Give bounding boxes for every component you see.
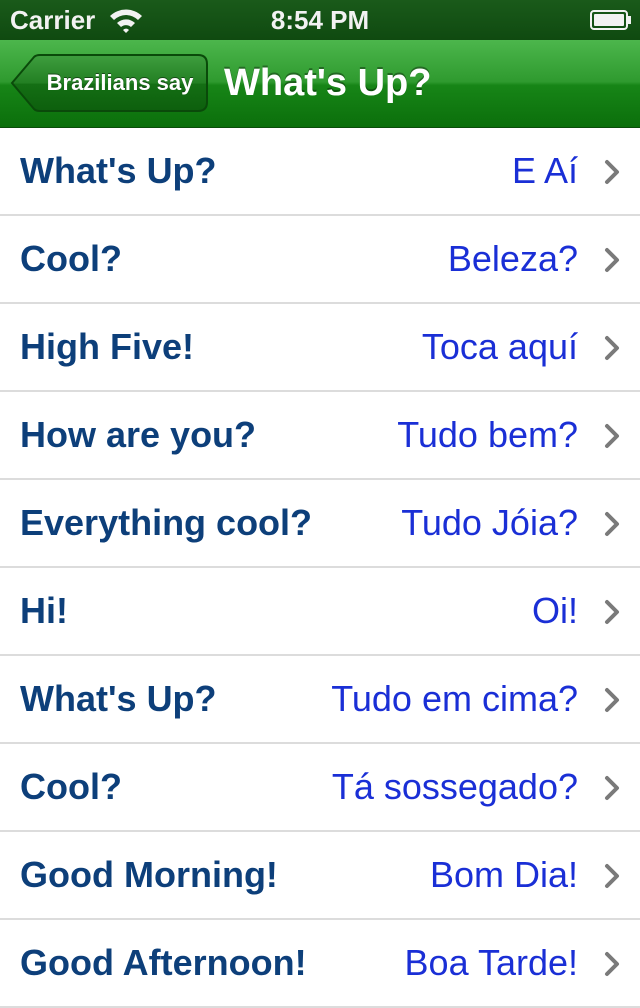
phrase-english: Good Afternoon! bbox=[20, 942, 307, 983]
list-item[interactable]: What's Up? Tudo em cima? bbox=[0, 656, 640, 744]
phrase-english: High Five! bbox=[20, 326, 195, 367]
phrase-english: Cool? bbox=[20, 238, 122, 279]
chevron-right-icon bbox=[605, 512, 619, 536]
chevron-right-icon bbox=[605, 952, 619, 976]
back-button-label: Brazilians say bbox=[46, 70, 194, 95]
list-item[interactable]: Cool? Beleza? bbox=[0, 216, 640, 304]
phrase-english: Everything cool? bbox=[20, 502, 313, 543]
list-item[interactable]: How are you? Tudo bem? bbox=[0, 392, 640, 480]
list-item[interactable]: Good Morning! Bom Dia! bbox=[0, 832, 640, 920]
phrase-english: Hi! bbox=[20, 590, 68, 631]
phrase-portuguese: Tudo bem? bbox=[397, 414, 578, 455]
page-title: What's Up? bbox=[224, 62, 432, 104]
phrase-portuguese: Oi! bbox=[531, 590, 578, 631]
chevron-right-icon bbox=[605, 600, 619, 624]
navigation-bar: Brazilians say What's Up? bbox=[0, 40, 640, 128]
chevron-right-icon bbox=[605, 776, 619, 800]
phrase-portuguese: Beleza? bbox=[447, 238, 578, 279]
chevron-right-icon bbox=[605, 248, 619, 272]
back-button[interactable]: Brazilians say bbox=[10, 54, 208, 112]
list-item[interactable]: Hi! Oi! bbox=[0, 568, 640, 656]
phrase-portuguese: Tudo em cima? bbox=[331, 678, 578, 719]
list-item[interactable]: Cool? Tá sossegado? bbox=[0, 744, 640, 832]
phrase-english: What's Up? bbox=[20, 678, 217, 719]
chevron-right-icon bbox=[605, 336, 619, 360]
phrase-english: How are you? bbox=[20, 414, 257, 455]
list-item[interactable]: High Five! Toca aquí bbox=[0, 304, 640, 392]
phrase-list: What's Up? E Aí Cool? Beleza? High Five! Toca… bbox=[0, 128, 640, 1008]
chevron-right-icon bbox=[605, 424, 619, 448]
chevron-right-icon bbox=[605, 160, 619, 184]
chevron-right-icon bbox=[605, 688, 619, 712]
phrase-english: Good Morning! bbox=[20, 854, 278, 895]
phrase-english: Cool? bbox=[20, 766, 122, 807]
phrase-portuguese: Toca aquí bbox=[421, 326, 578, 367]
phrase-portuguese: Boa Tarde! bbox=[404, 942, 578, 983]
phrase-english: What's Up? bbox=[20, 150, 217, 191]
phrase-portuguese: Tudo Jóia? bbox=[401, 502, 578, 543]
battery-icon bbox=[590, 10, 631, 30]
chevron-right-icon bbox=[605, 864, 619, 888]
phrase-portuguese: Bom Dia! bbox=[429, 854, 578, 895]
list-item[interactable]: What's Up? E Aí bbox=[0, 128, 640, 216]
list-item[interactable]: Everything cool? Tudo Jóia? bbox=[0, 480, 640, 568]
list-item[interactable]: Good Afternoon! Boa Tarde! bbox=[0, 920, 640, 1008]
phrase-portuguese: E Aí bbox=[511, 150, 578, 191]
status-bar: Carrier 8:54 PM bbox=[0, 0, 640, 40]
phrase-portuguese: Tá sossegado? bbox=[331, 766, 578, 807]
clock: 8:54 PM bbox=[270, 5, 370, 35]
